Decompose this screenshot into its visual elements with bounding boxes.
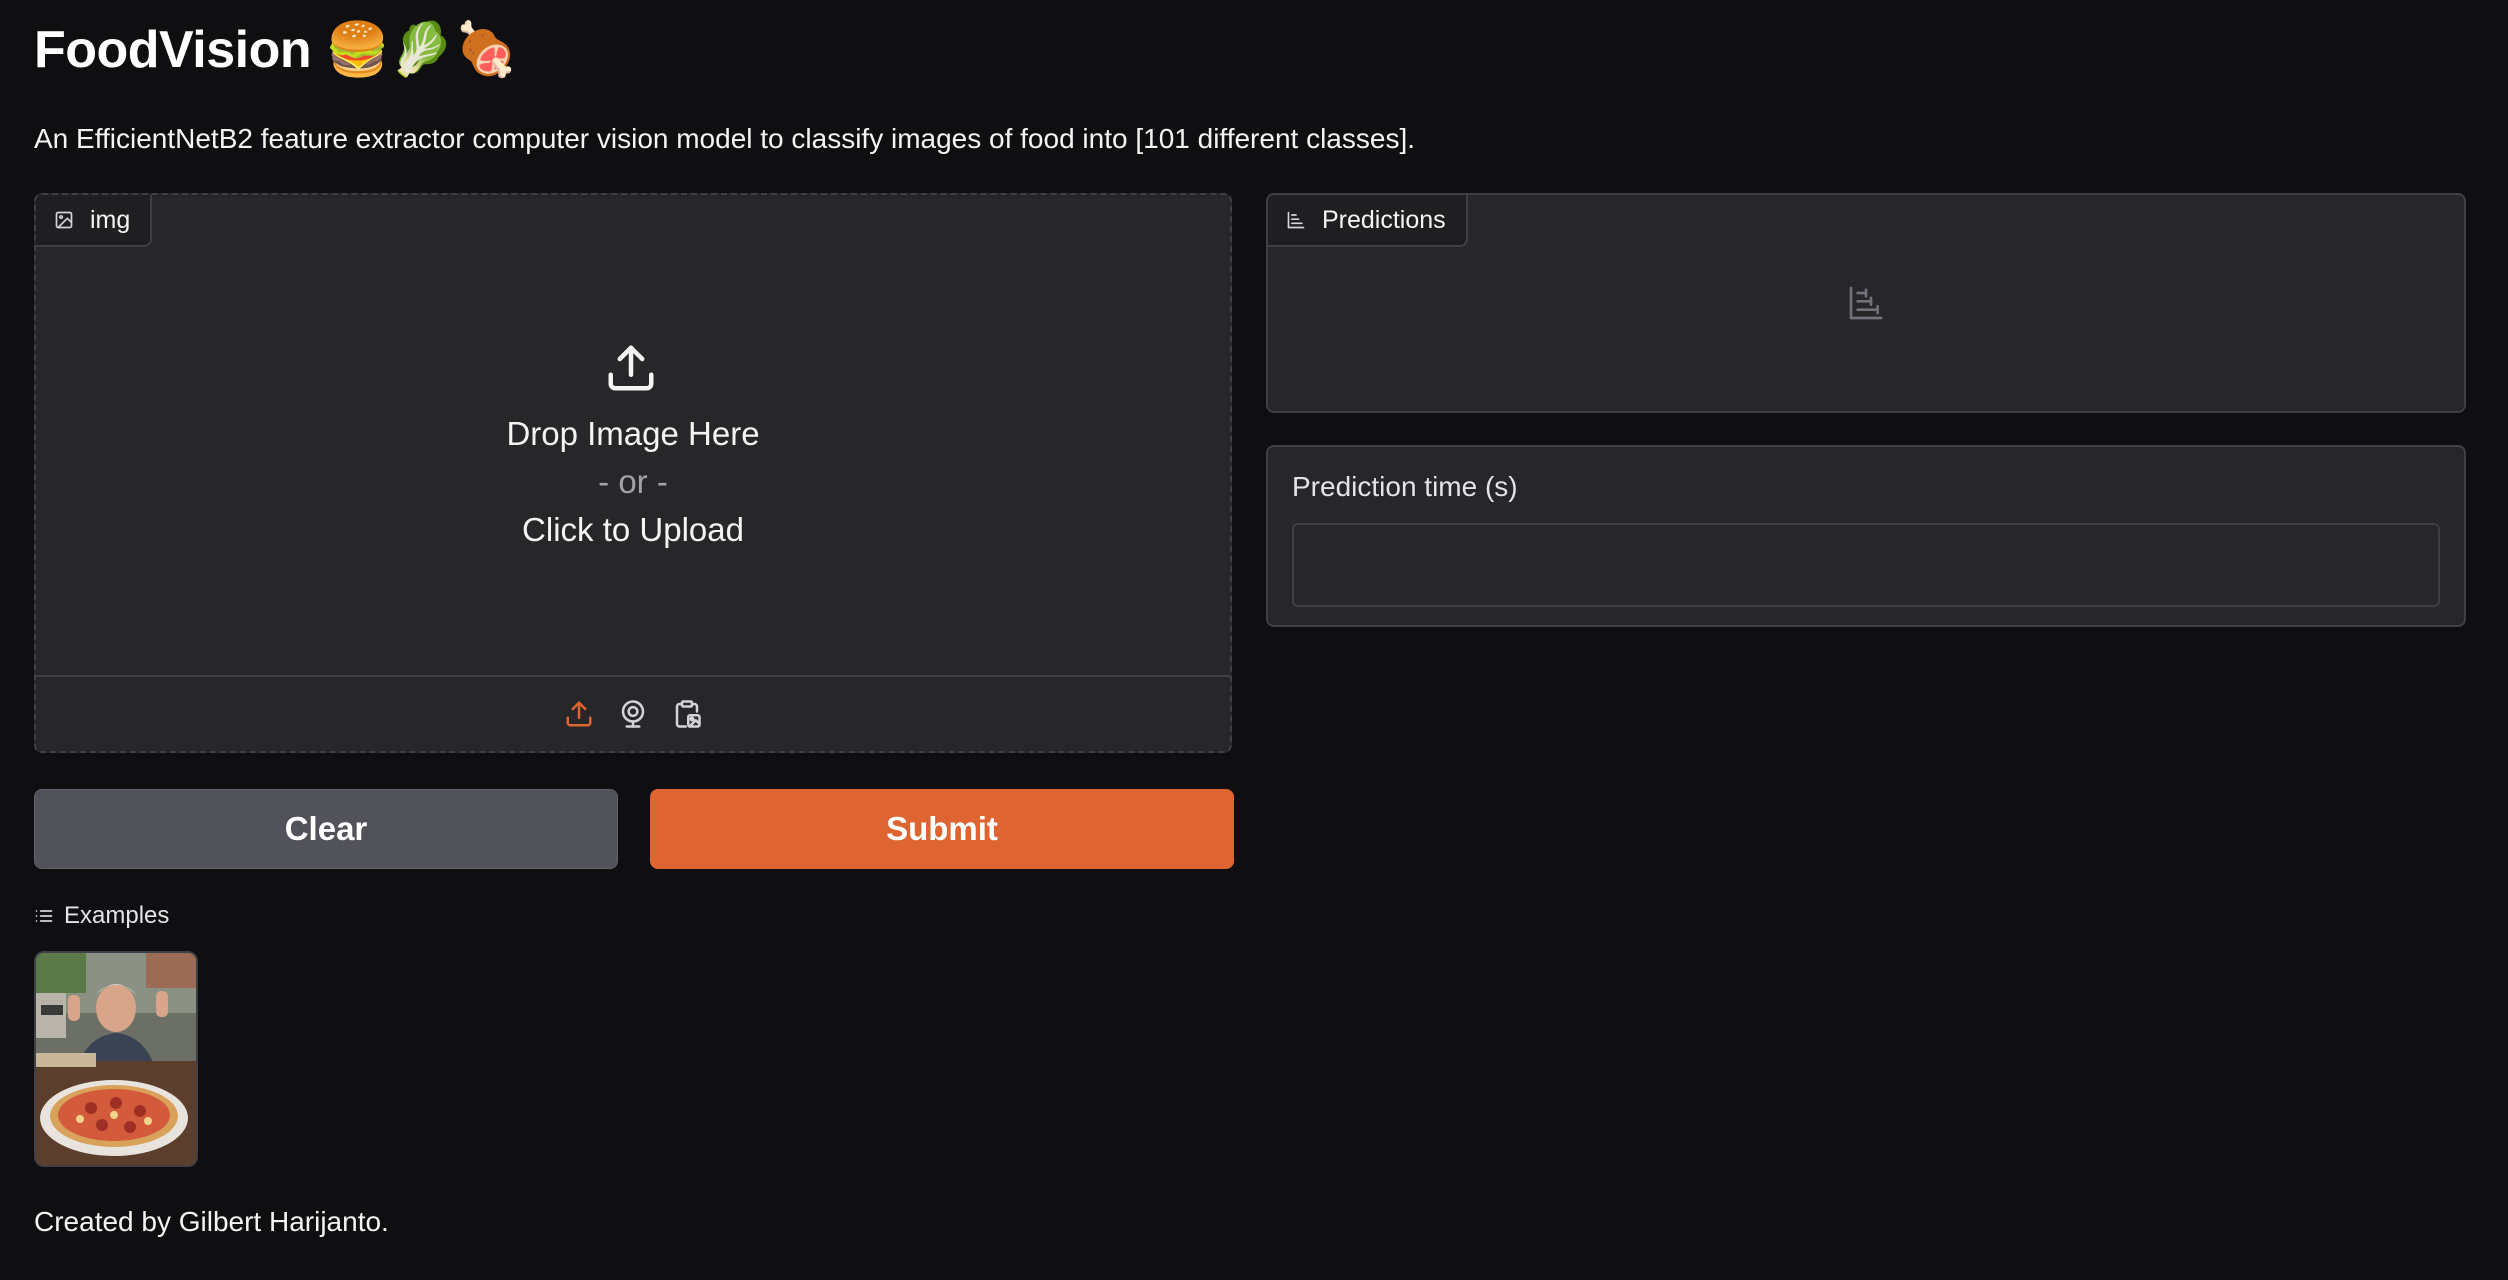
- page-title: FoodVision 🍔🥬🍖: [34, 21, 518, 79]
- drop-image-text: Drop Image Here: [506, 415, 760, 452]
- submit-button[interactable]: Submit: [650, 789, 1234, 869]
- click-to-upload-text: Click to Upload: [522, 511, 744, 548]
- list-icon: [35, 910, 53, 922]
- examples-label: Examples: [34, 902, 169, 930]
- prediction-time-label: Prediction time (s): [1292, 471, 1518, 502]
- image-source-selector: [36, 675, 1230, 751]
- bar-chart-icon: [1287, 211, 1305, 229]
- source-webcam-button[interactable]: [615, 696, 651, 732]
- predictions-output: Predictions: [1266, 193, 2466, 413]
- webcam-icon: [621, 700, 645, 728]
- page: FoodVision 🍔🥬🍖 An EfficientNetB2 feature…: [0, 0, 2508, 1280]
- examples-label-text: Examples: [64, 902, 170, 929]
- image-icon: [55, 211, 73, 229]
- page-description: An EfficientNetB2 feature extractor comp…: [34, 123, 1415, 154]
- prediction-time-output: Prediction time (s): [1266, 445, 2466, 627]
- image-input: Drop Image Here - or - Click to Upload i…: [34, 193, 1232, 753]
- footer-credit: Created by Gilbert Harijanto.: [34, 1206, 389, 1237]
- image-dropzone[interactable]: Drop Image Here - or - Click to Upload: [36, 195, 1230, 677]
- image-input-label-text: img: [90, 205, 131, 234]
- pizza-photo-image: [36, 953, 196, 1165]
- clear-button[interactable]: Clear: [34, 789, 618, 869]
- bar-chart-icon: [1849, 286, 1883, 320]
- prediction-time-field[interactable]: [1292, 523, 2440, 607]
- image-input-label: img: [36, 195, 153, 247]
- predictions-label: Predictions: [1268, 195, 1468, 247]
- clipboard-icon: [675, 700, 701, 728]
- source-clipboard-button[interactable]: [669, 696, 705, 732]
- source-upload-button[interactable]: [561, 696, 597, 732]
- example-thumbnail-pizza[interactable]: [34, 951, 198, 1167]
- upload-icon: [566, 701, 592, 727]
- predictions-label-text: Predictions: [1322, 205, 1446, 234]
- or-separator-text: - or -: [598, 463, 668, 500]
- upload-icon: [608, 345, 654, 391]
